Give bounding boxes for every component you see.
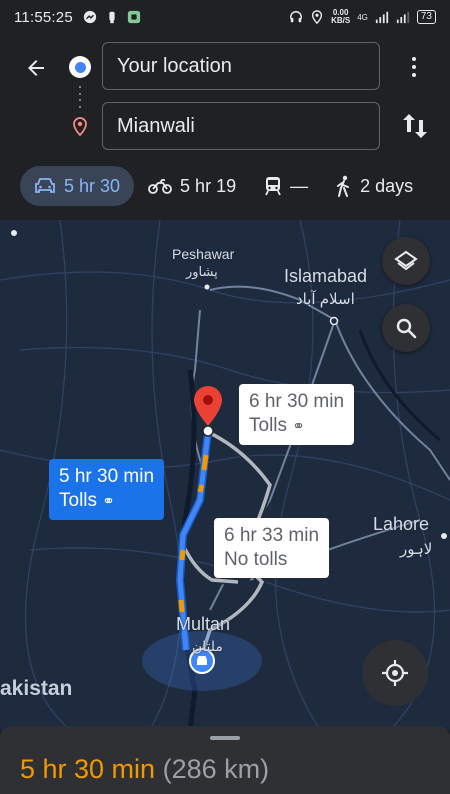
summary-distance: (286 km) [162,754,270,784]
messenger-icon [83,10,97,24]
destination-pin-icon [73,117,87,137]
headphones-icon [290,11,303,23]
signal-2-icon [396,11,409,24]
swap-locations-button[interactable] [400,110,430,142]
place-peshawar: Peshawar [172,246,235,262]
tab-driving[interactable]: 5 hr 30 [20,166,135,206]
place-peshawar-urdu: پشاور [186,264,218,279]
place-islamabad-urdu: اسلام آباد [296,291,355,308]
app-notification-icon [127,10,141,24]
travel-mode-tabs: 5 hr 30 5 hr 19 — 2 days [0,164,450,208]
route-note: Tolls ⚭ [59,490,115,511]
route-time: 6 hr 33 min [224,525,320,546]
transit-time: — [290,175,309,196]
car-marker-icon [197,656,207,665]
destination-marker-icon [194,386,222,437]
network-type: 4G [357,12,368,22]
place-islamabad: Islamabad [284,266,368,286]
destination-input[interactable]: Mianwali [102,102,380,150]
tab-transit[interactable]: — [250,166,322,206]
motorcycle-icon [148,179,172,194]
route-bubble-alt-1[interactable]: 6 hr 30 min Tolls ⚭ [239,384,355,445]
place-multan-urdu: ملتان [192,638,223,654]
place-multan: Multan [176,614,231,634]
driving-time: 5 hr 30 [64,175,121,196]
recenter-button[interactable] [362,640,428,706]
swap-icon [403,114,427,138]
place-lahore: Lahore [373,514,430,534]
search-icon [396,318,417,339]
tab-walking[interactable]: 2 days [322,166,427,206]
directions-header: Your location Mianwali 5 hr 30 5 hr 19 —… [0,34,450,220]
route-time: 6 hr 30 min [249,391,345,412]
notification-icon [109,11,115,24]
route-bubble-alt-2[interactable]: 6 hr 33 min No tolls [214,518,330,578]
network-speed: 0.00 KB/S [331,8,351,25]
summary-duration: 5 hr 30 min [20,754,156,784]
arrow-back-icon [28,60,44,76]
car-icon [35,178,55,193]
place-pakistan: akistan [0,677,73,700]
layers-button[interactable] [382,237,430,285]
origin-text: Your location [117,54,232,77]
destination-text: Mianwali [117,114,195,137]
location-status-icon [312,10,323,24]
my-location-icon [382,660,408,686]
route-connector [79,86,81,108]
back-button[interactable] [20,52,52,84]
route-bubble-selected[interactable]: 5 hr 30 min Tolls ⚭ [49,459,165,520]
toll-icon: ⚭ [102,493,115,510]
layers-icon [394,250,418,271]
route-summary-sheet[interactable]: 5 hr 30 min (286 km) [0,726,450,794]
walking-time: 2 days [360,175,414,196]
transit-icon [265,177,281,196]
map-view[interactable]: Peshawar پشاور Islamabad اسلام آباد Laho… [0,220,450,730]
status-bar: 11:55:25 0.00 KB/S 4G 73 [0,0,450,34]
motorcycle-time: 5 hr 19 [180,175,237,196]
walk-icon [337,175,350,197]
route-time: 5 hr 30 min [59,466,155,487]
origin-input[interactable]: Your location [102,42,380,90]
battery-icon: 73 [416,10,436,24]
signal-icon [375,11,388,24]
route-summary: 5 hr 30 min (286 km) [20,754,269,785]
origin-dot-icon [69,56,91,78]
drag-handle[interactable] [210,736,240,740]
more-options-button[interactable] [402,52,426,82]
tab-motorcycle[interactable]: 5 hr 19 [134,166,250,206]
status-time: 11:55:25 [14,8,73,26]
route-note: Tolls ⚭ [249,415,305,436]
route-note: No tolls [224,549,288,570]
place-lahore-urdu: لاہور [400,541,433,558]
toll-icon: ⚭ [292,418,305,435]
search-map-button[interactable] [382,304,430,352]
